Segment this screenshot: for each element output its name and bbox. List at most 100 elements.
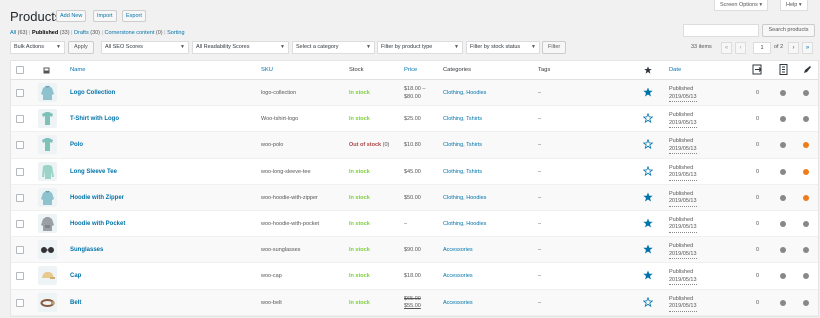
stock-status: In stock <box>349 300 370 306</box>
product-categories[interactable]: Clothing, Tshirts <box>443 116 482 122</box>
product-tags: – <box>538 247 542 254</box>
internal-links-count: 0 <box>756 220 760 227</box>
next-page-button[interactable]: › <box>788 42 799 54</box>
select-all-checkbox[interactable] <box>16 66 24 74</box>
apply-button[interactable]: Apply <box>68 41 94 54</box>
product-name-link[interactable]: Logo Collection <box>70 90 115 96</box>
table-row[interactable]: Logo Collection logo-collection In stock $… <box>11 80 818 107</box>
product-categories[interactable]: Accessories <box>443 273 473 279</box>
product-name-link[interactable]: Hoodie with Zipper <box>70 195 124 201</box>
screen-options-button[interactable]: Screen Options ▾ <box>714 0 769 11</box>
seo-score-select[interactable]: All SEO Scores ▼ <box>101 41 189 54</box>
view-sorting[interactable]: Sorting <box>167 30 184 36</box>
product-sku: woo-hoodie-with-zipper <box>261 194 318 201</box>
readability-select[interactable]: All Readability Scores ▼ <box>192 41 289 54</box>
product-thumbnail[interactable] <box>38 187 57 207</box>
row-checkbox[interactable] <box>16 219 24 228</box>
row-checkbox[interactable] <box>16 167 24 176</box>
product-name-link[interactable]: Hoodie with Pocket <box>70 221 125 227</box>
table-row[interactable]: Belt woo-belt In stock $65.00 $55.00 Accesso… <box>11 289 818 316</box>
publish-date-value: 2019/05/13 <box>669 172 697 181</box>
search-products-button[interactable]: Search products <box>762 24 815 37</box>
view-all-count: (63) <box>17 30 28 36</box>
view-all[interactable]: All <box>10 30 16 36</box>
row-checkbox[interactable] <box>16 193 24 202</box>
product-thumbnail[interactable] <box>38 266 57 286</box>
internal-links-count: 0 <box>756 273 760 280</box>
seo-score-dot <box>780 220 786 227</box>
table-row[interactable]: Polo woo-polo Out of stock (0) $10.80 Clothi… <box>11 132 818 159</box>
publish-date-value: 2019/05/13 <box>669 224 697 233</box>
table-row[interactable]: T-Shirt with Logo Woo-tshirt-logo In stock… <box>11 106 818 133</box>
product-thumbnail[interactable] <box>38 83 57 102</box>
bulk-actions-select[interactable]: Bulk Actions ▼ <box>10 41 65 54</box>
product-name-link[interactable]: T-Shirt with Logo <box>70 116 119 122</box>
stock-label: In stock <box>349 90 370 96</box>
stock-status-value: Filter by stock status <box>470 44 521 50</box>
product-thumbnail[interactable] <box>38 292 57 312</box>
stock-label: In stock <box>349 168 370 175</box>
product-tags: – <box>538 299 542 306</box>
prev-page-button[interactable]: ‹ <box>735 42 746 54</box>
row-checkbox[interactable] <box>16 141 24 150</box>
table-row[interactable]: Hoodie with Zipper woo-hoodie-with-zipper… <box>11 184 818 211</box>
product-thumbnail[interactable] <box>38 213 57 233</box>
view-drafts-count: (30) <box>90 30 101 36</box>
product-categories[interactable]: Clothing, Tshirts <box>443 169 482 175</box>
product-categories[interactable]: Accessories <box>443 247 473 253</box>
publish-status: Published <box>669 295 694 302</box>
row-checkbox[interactable] <box>16 298 24 307</box>
product-name-link[interactable]: Long Sleeve Tee <box>70 169 117 175</box>
product-type-select[interactable]: Filter by product type ▼ <box>377 41 463 54</box>
product-thumbnail[interactable] <box>38 109 57 129</box>
column-price[interactable]: Price <box>404 67 417 73</box>
product-thumbnail[interactable] <box>38 240 57 260</box>
row-checkbox[interactable] <box>16 89 24 97</box>
add-new-button[interactable]: Add New <box>56 10 87 22</box>
current-page-input[interactable]: 1 <box>753 42 771 54</box>
filter-button[interactable]: Filter <box>542 41 567 54</box>
readability-score-dot <box>803 194 809 201</box>
search-input[interactable] <box>683 24 759 37</box>
stock-status: In stock <box>349 221 370 227</box>
last-page-button[interactable]: » <box>802 42 813 54</box>
column-name[interactable]: Name <box>70 67 85 73</box>
export-button[interactable]: Export <box>122 10 146 22</box>
help-button[interactable]: Help ▾ <box>780 0 808 11</box>
product-name-link[interactable]: Polo <box>70 142 83 148</box>
row-checkbox[interactable] <box>16 272 24 281</box>
column-categories: Categories <box>443 67 472 73</box>
product-thumbnail[interactable] <box>38 135 57 155</box>
column-date[interactable]: Date <box>669 67 681 73</box>
product-name-link[interactable]: Cap <box>70 273 81 279</box>
first-page-button[interactable]: « <box>721 42 732 54</box>
table-row[interactable]: Sunglasses woo-sunglasses In stock $90.00 A… <box>11 237 818 264</box>
publish-date-value: 2019/05/13 <box>669 277 697 286</box>
stock-status-select[interactable]: Filter by stock status ▼ <box>466 41 540 54</box>
product-categories[interactable]: Clothing, Hoodies <box>443 90 486 96</box>
column-sku[interactable]: SKU <box>261 67 273 73</box>
price: $25.00 <box>404 116 421 123</box>
product-categories[interactable]: Clothing, Hoodies <box>443 221 486 227</box>
product-categories[interactable]: Clothing, Hoodies <box>443 195 486 201</box>
view-cornerstone[interactable]: Cornerstone content <box>105 30 155 36</box>
row-checkbox[interactable] <box>16 246 24 255</box>
product-name-link[interactable]: Sunglasses <box>70 247 103 253</box>
table-row[interactable]: Long Sleeve Tee woo-long-sleeve-tee In sto… <box>11 159 818 185</box>
view-published[interactable]: Published <box>32 30 58 36</box>
readability-score-dot <box>803 247 809 254</box>
bulk-actions-value: Bulk Actions <box>14 44 44 50</box>
product-name-link[interactable]: Belt <box>70 300 81 306</box>
product-thumbnail[interactable] <box>38 161 57 181</box>
product-categories[interactable]: Clothing, Tshirts <box>443 142 482 148</box>
star-icon[interactable] <box>644 66 652 74</box>
view-drafts[interactable]: Drafts <box>74 30 89 36</box>
import-button[interactable]: Import <box>93 10 117 22</box>
row-checkbox[interactable] <box>16 115 24 124</box>
category-select[interactable]: Select a category ▼ <box>292 41 375 54</box>
readability-score-dot <box>803 168 809 175</box>
seo-score-dot <box>780 194 786 201</box>
table-row[interactable]: Hoodie with Pocket woo-hoodie-with-pocket… <box>11 211 818 238</box>
table-row[interactable]: Cap woo-cap In stock $18.00 Accessories – Pub… <box>11 263 818 290</box>
product-categories[interactable]: Accessories <box>443 300 473 306</box>
